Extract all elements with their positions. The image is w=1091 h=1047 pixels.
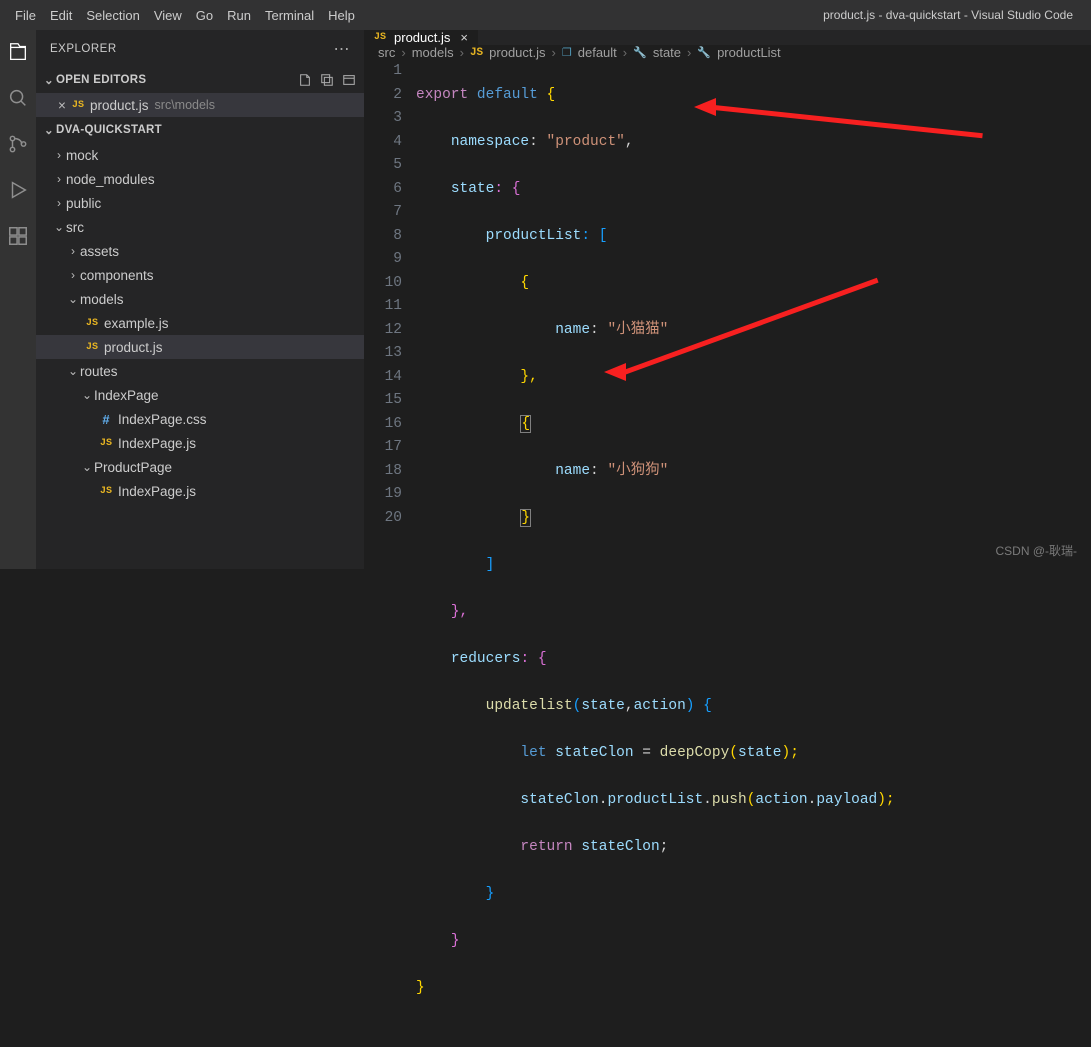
tree-folder-models[interactable]: ⌄models [36, 287, 364, 311]
editor: JS product.js × src › models › JS produc… [364, 30, 1091, 569]
menu-file[interactable]: File [8, 0, 43, 30]
js-file-icon: JS [98, 483, 114, 499]
wrench-icon: 🔧 [697, 46, 711, 59]
cursor: { [520, 415, 531, 433]
close-icon[interactable]: × [54, 98, 70, 113]
tree-folder-mock[interactable]: ›mock [36, 143, 364, 167]
menu-selection[interactable]: Selection [79, 0, 146, 30]
chevron-down-icon: ⌄ [80, 388, 94, 402]
watermark: CSDN @-耿瑞- [995, 542, 1077, 559]
css-file-icon: # [98, 411, 114, 427]
menu-help[interactable]: Help [321, 0, 362, 30]
explorer-sidebar: EXPLORER ⋯ ⌄ OPEN EDITORS × JS product.j… [36, 30, 364, 569]
tree-folder-src[interactable]: ⌄src [36, 215, 364, 239]
explorer-icon[interactable] [6, 40, 30, 64]
menu-go[interactable]: Go [189, 0, 220, 30]
symbol-icon: ❐ [562, 46, 572, 59]
tree-file-indexpage-css[interactable]: #IndexPage.css [36, 407, 364, 431]
open-editor-file: product.js [90, 98, 149, 113]
tree-file-example[interactable]: JSexample.js [36, 311, 364, 335]
close-icon[interactable]: × [456, 30, 468, 45]
open-editor-path: src\models [155, 98, 215, 112]
bc-productlist[interactable]: productList [717, 45, 781, 60]
bc-file[interactable]: product.js [489, 45, 545, 60]
tab-product[interactable]: JS product.js × [364, 30, 479, 45]
js-file-icon: JS [374, 32, 386, 43]
chevron-down-icon: ⌄ [42, 123, 56, 137]
source-control-icon[interactable] [6, 132, 30, 156]
explorer-title: EXPLORER [50, 43, 117, 55]
tree-file-indexpage-js2[interactable]: JSIndexPage.js [36, 479, 364, 503]
chevron-right-icon: › [66, 244, 80, 258]
chevron-down-icon: ⌄ [66, 364, 80, 378]
tree-folder-assets[interactable]: ›assets [36, 239, 364, 263]
new-untitled-icon[interactable] [296, 71, 314, 89]
chevron-down-icon: ⌄ [66, 292, 80, 306]
file-tree: ›mock ›node_modules ›public ⌄src ›assets… [36, 143, 364, 503]
bc-src[interactable]: src [378, 45, 395, 60]
open-editors-header[interactable]: ⌄ OPEN EDITORS [36, 67, 364, 93]
line-gutter: 1234567891011121314151617181920 [364, 60, 416, 1047]
window-title: product.js - dva-quickstart - Visual Stu… [362, 8, 1083, 22]
close-all-icon[interactable] [340, 71, 358, 89]
chevron-right-icon: › [552, 45, 556, 60]
chevron-right-icon: › [66, 268, 80, 282]
bc-default[interactable]: default [578, 45, 617, 60]
project-label: DVA-QUICKSTART [56, 124, 162, 136]
chevron-down-icon: ⌄ [80, 460, 94, 474]
debug-icon[interactable] [6, 178, 30, 202]
menu-run[interactable]: Run [220, 0, 258, 30]
save-all-icon[interactable] [318, 71, 336, 89]
tree-folder-productpage[interactable]: ⌄ProductPage [36, 455, 364, 479]
js-file-icon: JS [70, 97, 86, 113]
bc-models[interactable]: models [412, 45, 454, 60]
tree-folder-public[interactable]: ›public [36, 191, 364, 215]
menu-edit[interactable]: Edit [43, 0, 79, 30]
chevron-right-icon: › [460, 45, 464, 60]
code-area[interactable]: 1234567891011121314151617181920 export d… [364, 60, 1091, 1047]
chevron-down-icon: ⌄ [52, 220, 66, 234]
tab-label: product.js [394, 30, 450, 45]
chevron-right-icon: › [687, 45, 691, 60]
chevron-right-icon: › [52, 172, 66, 186]
editor-tabs: JS product.js × [364, 30, 1091, 45]
tree-folder-components[interactable]: ›components [36, 263, 364, 287]
activity-bar [0, 30, 36, 569]
chevron-right-icon: › [401, 45, 405, 60]
menu-terminal[interactable]: Terminal [258, 0, 321, 30]
chevron-right-icon: › [52, 196, 66, 210]
open-editors-label: OPEN EDITORS [56, 74, 146, 86]
open-editor-item[interactable]: × JS product.js src\models [36, 93, 364, 117]
js-file-icon: JS [98, 435, 114, 451]
extensions-icon[interactable] [6, 224, 30, 248]
tree-folder-node-modules[interactable]: ›node_modules [36, 167, 364, 191]
js-file-icon: JS [470, 47, 483, 59]
explorer-more-icon[interactable]: ⋯ [334, 39, 351, 59]
tree-folder-routes[interactable]: ⌄routes [36, 359, 364, 383]
chevron-down-icon: ⌄ [42, 73, 56, 87]
tree-file-product[interactable]: JSproduct.js [36, 335, 364, 359]
chevron-right-icon: › [623, 45, 627, 60]
chevron-right-icon: › [52, 148, 66, 162]
code-lines[interactable]: export default { namespace: "product", s… [416, 60, 1091, 1047]
menu-view[interactable]: View [147, 0, 189, 30]
tree-file-indexpage-js[interactable]: JSIndexPage.js [36, 431, 364, 455]
wrench-icon: 🔧 [633, 46, 647, 59]
menubar: File Edit Selection View Go Run Terminal… [0, 0, 1091, 30]
tree-folder-indexpage[interactable]: ⌄IndexPage [36, 383, 364, 407]
project-header[interactable]: ⌄ DVA-QUICKSTART [36, 117, 364, 143]
js-file-icon: JS [84, 339, 100, 355]
bc-state[interactable]: state [653, 45, 681, 60]
search-icon[interactable] [6, 86, 30, 110]
js-file-icon: JS [84, 315, 100, 331]
breadcrumbs[interactable]: src › models › JS product.js › ❐ default… [364, 45, 1091, 60]
